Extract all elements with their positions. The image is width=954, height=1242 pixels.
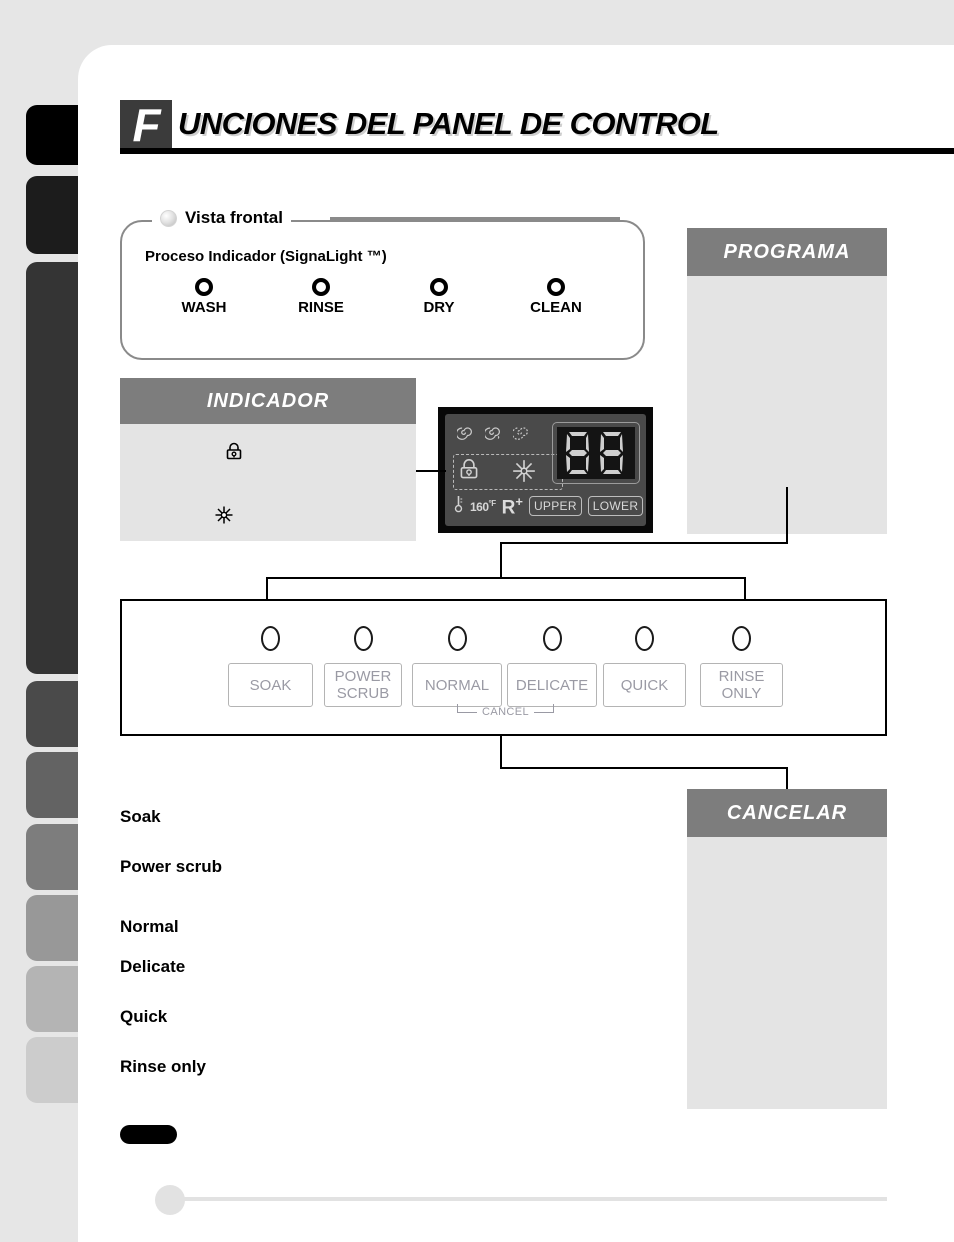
spiral-icon	[455, 424, 474, 446]
indicator-ring-icon	[547, 278, 565, 296]
side-tab-2[interactable]	[26, 176, 84, 254]
side-tab-1[interactable]	[26, 105, 84, 165]
indicator-ring-icon	[430, 278, 448, 296]
cycle-button-label[interactable]: NORMAL	[412, 663, 502, 707]
signalight-rinse: RINSE	[271, 278, 371, 316]
drop-cap-letter: F	[120, 100, 172, 152]
description-delicate: Delicate	[120, 957, 186, 976]
lcd-lower-button[interactable]: LOWER	[587, 496, 644, 516]
front-view-label: Vista frontal	[185, 208, 283, 227]
connector-branch-h	[266, 577, 746, 579]
indicator-ring-icon	[447, 626, 467, 651]
page-number-pill	[120, 1125, 177, 1144]
description-soak: Soak	[120, 807, 161, 826]
front-view-rule	[330, 217, 620, 220]
side-tab-7[interactable]	[26, 895, 84, 961]
description-normal: Normal	[120, 917, 179, 936]
connector-programa-stub	[500, 542, 502, 578]
signalight-label: RINSE	[298, 299, 344, 316]
connector-indicador-lcd	[416, 470, 446, 472]
thermometer-icon	[453, 494, 464, 519]
description-rinse-only: Rinse only	[120, 1057, 206, 1076]
side-tab-strip	[26, 0, 84, 1242]
cycle-quick[interactable]: QUICK	[603, 626, 686, 707]
cycle-button-label[interactable]: SOAK	[228, 663, 313, 707]
indicator-ring-icon	[732, 626, 751, 651]
signalight-wash: WASH	[154, 278, 254, 316]
cycle-button-label[interactable]: RINSE ONLY	[700, 663, 783, 707]
lcd-display: 160°F R+ UPPER LOWER	[438, 407, 653, 533]
lcd-bottom-row: 160°F R+ UPPER LOWER	[453, 493, 644, 519]
description-quick: Quick	[120, 1007, 168, 1026]
connector-programa-h	[500, 542, 788, 544]
indicator-ring-icon	[261, 626, 280, 651]
connector-programa-down	[786, 487, 788, 543]
side-tab-6[interactable]	[26, 824, 84, 890]
page-header: F UNCIONES DEL PANEL DE CONTROL	[120, 100, 954, 154]
lcd-digits-frame	[552, 422, 640, 484]
lock-icon	[457, 458, 481, 489]
front-view-tab: Vista frontal	[152, 205, 291, 231]
description-power-scrub: Power scrub	[120, 857, 223, 876]
connector-cancel-h	[500, 767, 788, 769]
side-tab-5[interactable]	[26, 752, 84, 818]
page-root: F UNCIONES DEL PANEL DE CONTROL Vista fr…	[0, 0, 954, 1242]
page-sheet-lower	[78, 1100, 954, 1242]
signalight-dry: DRY	[389, 278, 489, 316]
indicador-panel: INDICADOR	[120, 378, 416, 541]
lcd-temperature: 160°F	[470, 498, 496, 514]
connector-branch-left	[266, 577, 268, 601]
cycle-normal[interactable]: NORMAL	[412, 626, 502, 707]
cancel-bracket: CANCEL	[457, 704, 554, 720]
page-title: UNCIONES DEL PANEL DE CONTROL	[178, 106, 719, 141]
cycle-delicate[interactable]: DELICATE	[507, 626, 597, 707]
footer-circle-icon	[155, 1185, 185, 1215]
signalight-label: CLEAN	[530, 299, 582, 316]
spiral-small-icon	[483, 424, 502, 446]
cycle-power-scrub[interactable]: POWER SCRUB	[324, 626, 402, 707]
cycle-rinse-only[interactable]: RINSE ONLY	[700, 626, 783, 707]
indicador-panel-title: INDICADOR	[120, 378, 416, 424]
cancel-bracket-label: CANCEL	[481, 706, 530, 718]
indicator-ring-icon	[195, 278, 213, 296]
cycle-button-label[interactable]: DELICATE	[507, 663, 597, 707]
programa-panel-title: PROGRAMA	[687, 228, 887, 276]
star-icon	[213, 504, 235, 526]
seven-segment-digits	[566, 432, 623, 474]
cycle-button-label[interactable]: QUICK	[603, 663, 686, 707]
connector-branch-right	[744, 577, 746, 601]
cycle-soak[interactable]: SOAK	[228, 626, 313, 707]
signalight-label: WASH	[181, 299, 227, 316]
lcd-digits	[557, 427, 635, 479]
process-indicator-label: Proceso Indicador (SignaLight ™)	[145, 248, 387, 265]
lock-icon	[223, 441, 245, 463]
side-tab-3[interactable]	[26, 262, 84, 674]
side-tab-8[interactable]	[26, 966, 84, 1032]
spiral-dotted-icon	[511, 424, 530, 446]
indicator-ring-icon	[353, 626, 373, 651]
cancelar-panel-title: CANCELAR	[687, 789, 887, 837]
cancelar-panel: CANCELAR	[687, 789, 887, 1109]
lcd-upper-button[interactable]: UPPER	[528, 496, 582, 516]
lcd-rplus: R+	[501, 493, 523, 519]
connector-cancel-down	[500, 734, 502, 768]
cycle-button-label[interactable]: POWER SCRUB	[324, 663, 402, 707]
lcd-inner: 160°F R+ UPPER LOWER	[445, 414, 646, 526]
indicador-panel-body	[120, 424, 416, 541]
cancelar-panel-body	[687, 837, 887, 1109]
bullet-icon	[160, 209, 177, 227]
signalight-label: DRY	[423, 299, 455, 316]
side-tab-4[interactable]	[26, 681, 84, 747]
lcd-spiral-row	[455, 424, 530, 446]
connector-cancel-right	[786, 767, 788, 791]
header-rule	[120, 148, 954, 154]
indicator-ring-icon	[312, 278, 330, 296]
star-icon	[511, 458, 537, 489]
footer-rule	[182, 1197, 887, 1201]
indicator-ring-icon	[635, 626, 654, 651]
side-tab-9[interactable]	[26, 1037, 84, 1103]
signalight-clean: CLEAN	[506, 278, 606, 316]
signalight-row: WASH RINSE DRY CLEAN	[140, 278, 640, 326]
indicator-ring-icon	[542, 626, 562, 651]
